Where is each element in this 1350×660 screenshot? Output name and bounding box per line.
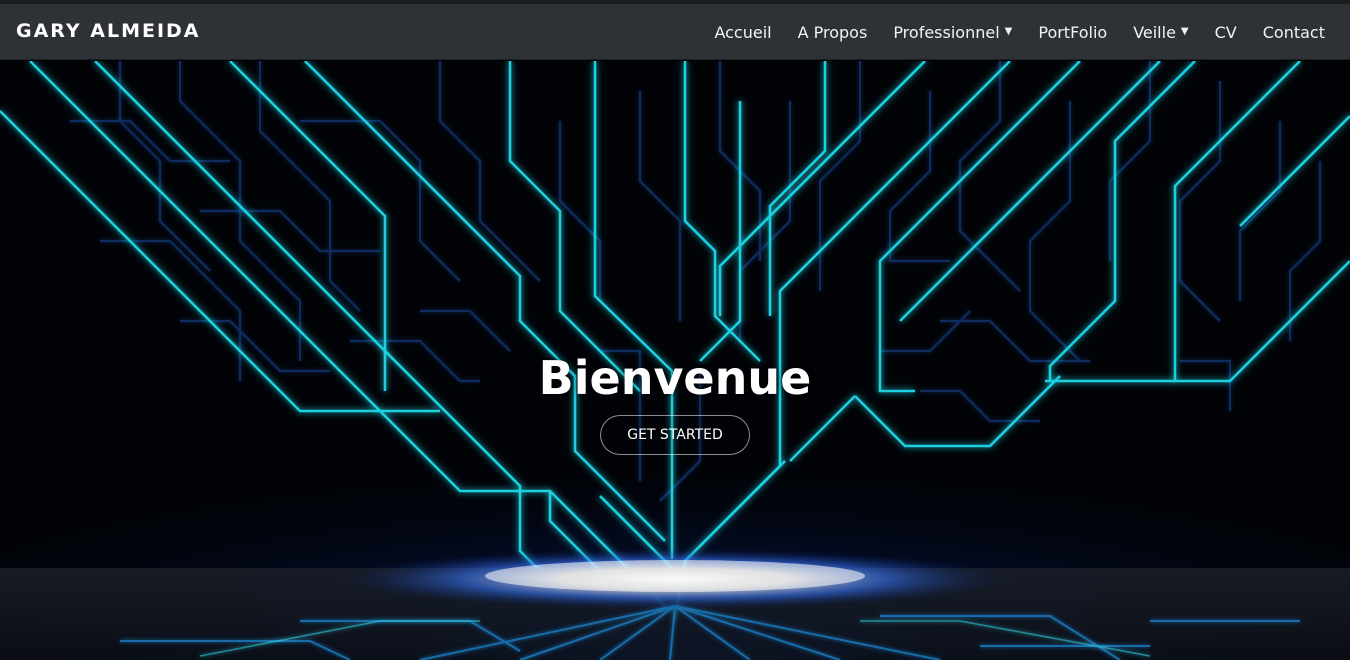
brand-logo[interactable]: GARY ALMEIDA <box>16 20 201 42</box>
nav-link-contact[interactable]: Contact <box>1250 4 1350 60</box>
navbar: GARY ALMEIDA Accueil A Propos Profession… <box>0 4 1350 60</box>
nav-link-a-propos[interactable]: A Propos <box>785 4 881 60</box>
nav-dropdown-veille[interactable]: Veille ▼ <box>1120 4 1201 60</box>
nav-link-cv[interactable]: CV <box>1202 4 1250 60</box>
hero-title: Bienvenue <box>538 351 812 405</box>
nav-link-accueil[interactable]: Accueil <box>701 4 784 60</box>
caret-down-icon: ▼ <box>1180 25 1189 37</box>
nav-link-portfolio[interactable]: PortFolio <box>1025 4 1120 60</box>
nav-links: Accueil A Propos Professionnel ▼ PortFoli… <box>701 4 1350 60</box>
page: GARY ALMEIDA Accueil A Propos Profession… <box>0 0 1350 660</box>
hero-section: Bienvenue GET STARTED <box>0 61 1350 660</box>
nav-dropdown-professionnel[interactable]: Professionnel ▼ <box>880 4 1025 60</box>
get-started-button[interactable]: GET STARTED <box>600 415 750 455</box>
caret-down-icon: ▼ <box>1004 25 1013 37</box>
